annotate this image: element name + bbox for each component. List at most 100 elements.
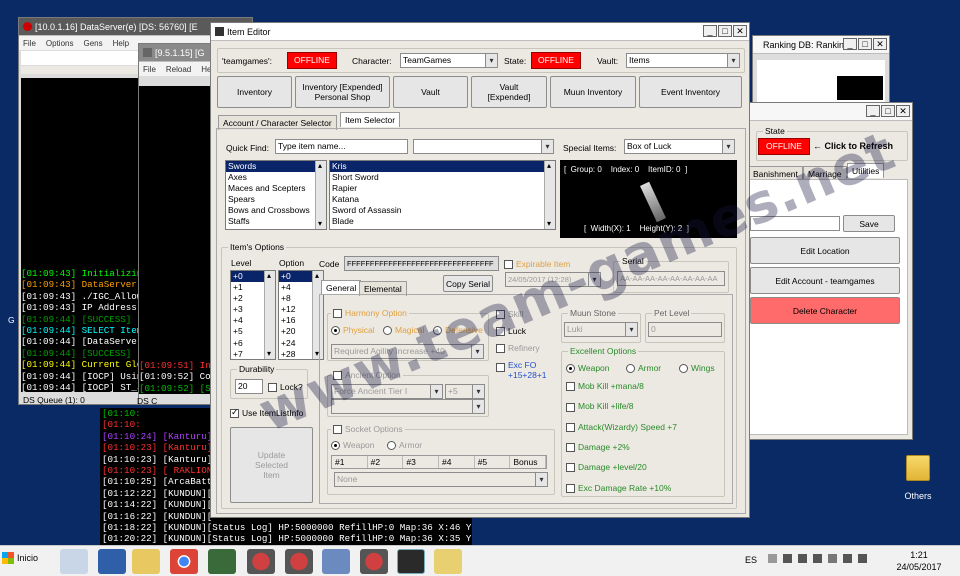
socket-tab[interactable]: #3 [403,456,440,468]
excellent-option-checkbox[interactable]: Mob Kill +mana/8 [566,381,644,392]
socket-radio-weapon[interactable]: Weapon [331,440,375,451]
socket-checkbox[interactable]: Socket Options [331,424,405,435]
socket-tab[interactable]: #4 [439,456,475,468]
close-icon[interactable]: ✕ [873,38,887,50]
ancient-plus-select[interactable]: +5 [445,384,485,399]
start-button[interactable]: Inicio [2,552,38,564]
edit-account-button[interactable]: Edit Account - teamgames [750,267,900,294]
explorer-icon[interactable] [132,549,160,574]
tray-flag-icon[interactable] [828,554,837,563]
tray-arrow-icon[interactable] [768,554,777,563]
excellent-option-checkbox[interactable]: Exc Damage Rate +10% [566,483,671,493]
scrollbar[interactable] [315,161,326,229]
excellent-option-checkbox[interactable]: Damage +level/20 [566,462,647,473]
harmony-checkbox[interactable]: Harmony Option [331,308,409,319]
tray-monitor-icon[interactable] [843,554,852,563]
list-item[interactable]: Katana [330,194,555,205]
exc-radio-armor[interactable]: Armor [626,363,661,374]
app-icon[interactable] [208,549,236,574]
list-item[interactable]: Swords [226,161,326,173]
list-item[interactable]: Bows and Crossbows [226,205,326,216]
radio-physical[interactable]: Physical [331,325,375,336]
quick-find-results[interactable] [413,139,554,154]
list-item[interactable]: Short Sword [330,172,555,183]
list-item[interactable]: Rapier [330,183,555,194]
socket-tab[interactable]: #2 [368,456,404,468]
edit-location-button[interactable]: Edit Location [750,237,900,264]
socket-radio-armor[interactable]: Armor [387,440,422,451]
language-indicator[interactable]: ES [745,555,757,565]
save-button[interactable]: Save [843,215,895,232]
maximize-icon[interactable]: □ [881,105,895,117]
character-select[interactable]: TeamGames [400,53,498,68]
level-list[interactable]: +0+1+2+3+4+5+6+7+8 [230,270,276,360]
muun-select[interactable]: Luki [564,322,638,337]
pet-input[interactable]: 0 [648,322,722,337]
socket-tab[interactable]: Bonus [510,456,547,468]
menu-item[interactable]: Options [46,39,74,48]
quick-find-input[interactable]: Type item name... [275,139,408,154]
menu-item[interactable]: Help [113,39,129,48]
mu-icon-1[interactable] [247,549,275,574]
socket-tab[interactable]: #5 [475,456,511,468]
list-item[interactable]: Staffs [226,216,326,227]
others-folder[interactable]: Others [896,455,940,505]
tray-network-icon[interactable] [798,554,807,563]
scrollbar[interactable] [264,271,275,359]
list-item[interactable]: Sword of Assassin [330,205,555,216]
mu-icon-2[interactable] [285,549,313,574]
network-icon[interactable] [60,549,88,574]
minimize-icon[interactable]: _ [703,25,717,37]
tab-general[interactable]: General [321,280,362,295]
minimize-icon[interactable]: _ [843,38,857,50]
delete-character-button[interactable]: Delete Character [750,297,900,324]
list-item[interactable]: Blade [330,216,555,227]
item-editor-titlebar[interactable]: Item Editor [211,23,749,41]
maximize-icon[interactable]: □ [858,38,872,50]
minimize-icon[interactable]: _ [866,105,880,117]
list-item[interactable]: Axes [226,172,326,183]
special-items-select[interactable]: Box of Luck [624,139,735,154]
socket-tab[interactable]: #1 [332,456,368,468]
exc-radio-wings[interactable]: Wings [679,363,715,374]
vault-button[interactable]: Vault [393,76,468,108]
event-inventory-button[interactable]: Event Inventory [639,76,742,108]
category-list[interactable]: Swords Axes Maces and Scepters Spears Bows a… [225,160,327,230]
inventory-expended-button[interactable]: Inventory [Expended] Personal Shop [295,76,390,108]
vault-expended-button[interactable]: Vault [Expended] [471,76,547,108]
vault-select[interactable]: Items [626,53,740,68]
code-input[interactable]: FFFFFFFFFFFFFFFFFFFFFFFFFFFFFFFF [344,256,499,271]
list-item[interactable]: Kris [330,161,555,173]
tab-item-selector[interactable]: Item Selector [340,112,401,127]
excellent-option-checkbox[interactable]: Mob Kill +life/8 [566,401,634,412]
maximize-icon[interactable]: □ [718,25,732,37]
tray-speaker-icon[interactable] [858,554,867,563]
tools-icon[interactable] [434,549,462,574]
powershell-icon[interactable] [98,549,126,574]
close-icon[interactable]: ✕ [896,105,910,117]
menu-item[interactable]: File [143,65,156,74]
close-icon[interactable]: ✕ [733,25,747,37]
clock[interactable]: 1:21 24/05/2017 [895,549,943,573]
socket-select[interactable]: None [334,472,548,487]
menu-item[interactable]: File [23,39,36,48]
cs-icon[interactable] [322,549,350,574]
tray-app-icon[interactable] [783,554,792,563]
list-item[interactable]: Maces and Scepters [226,183,326,194]
menu-item[interactable]: Reload [166,65,191,74]
inventory-button[interactable]: Inventory [217,76,292,108]
excellent-option-checkbox[interactable]: Attack(Wizardy) Speed +7 [566,422,677,432]
excellent-option-checkbox[interactable]: Damage +2% [566,442,630,453]
exc-radio-weapon[interactable]: Weapon [566,363,610,374]
list-item[interactable]: Spears [226,194,326,205]
muun-inventory-button[interactable]: Muun Inventory [550,76,636,108]
menu-item[interactable]: Gens [83,39,102,48]
chrome-icon[interactable] [170,549,198,574]
mu-icon-3[interactable] [360,549,388,574]
option-list[interactable]: +0 +4 +8 +12 +16 +20 +24 +28 [278,270,324,360]
tray-device-icon[interactable] [813,554,822,563]
editor-icon[interactable] [397,549,425,574]
item-list[interactable]: Kris Short Sword Rapier Katana Sword of Assa… [329,160,556,230]
excfo-checkbox[interactable]: Exc FO +15+28+1 [496,360,547,380]
scrollbar[interactable] [544,161,555,229]
